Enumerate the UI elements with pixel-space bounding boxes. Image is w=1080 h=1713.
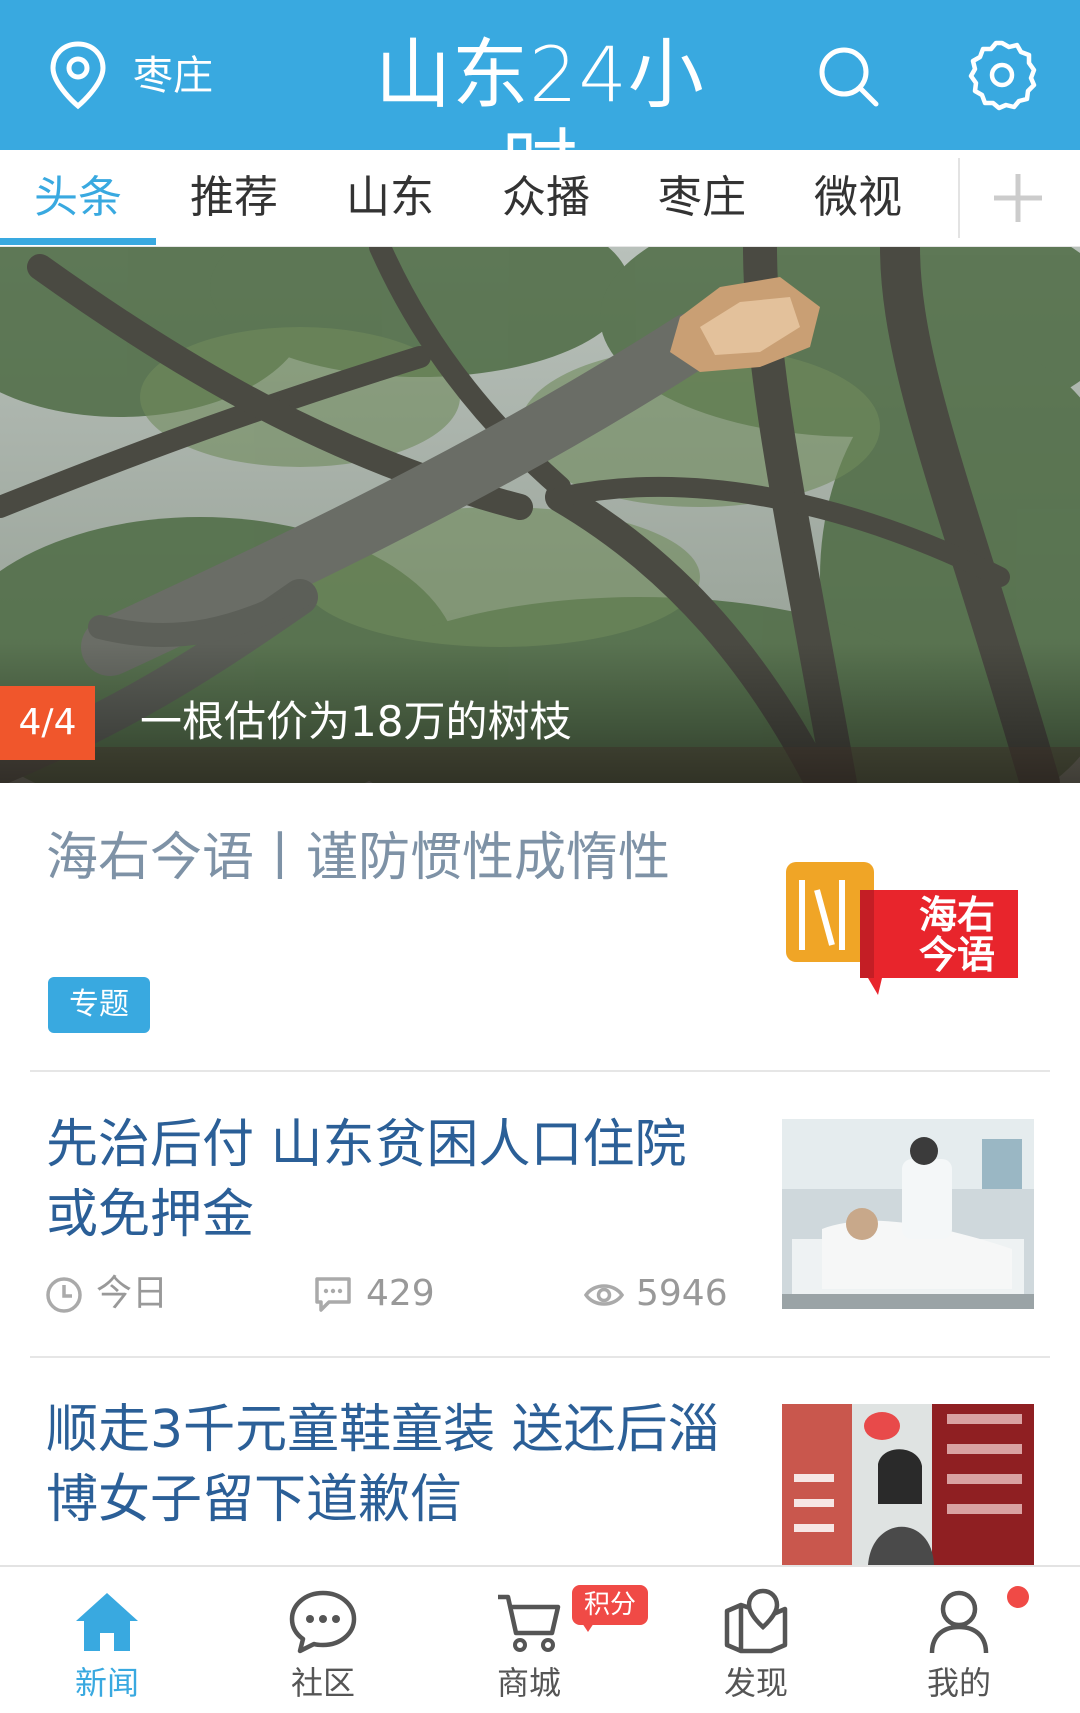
clock-icon	[46, 1277, 82, 1313]
cart-icon	[498, 1594, 561, 1652]
column-logo-image: 海右 今语	[782, 850, 1034, 1000]
comment-count: 429	[366, 1273, 435, 1314]
location-label[interactable]: 枣庄	[133, 48, 213, 104]
article-title-line1[interactable]: 顺走3千元童鞋童装 送还后淄	[46, 1395, 720, 1465]
notification-dot	[1007, 1586, 1029, 1608]
nav-label: 新闻	[74, 1664, 139, 1702]
tab-shandong[interactable]: 山东	[312, 150, 468, 247]
logo-text-top: 海右	[919, 893, 995, 937]
view-count: 5946	[636, 1273, 728, 1314]
tab-headlines[interactable]: 头条	[0, 150, 156, 247]
points-badge: 积分	[572, 1585, 648, 1625]
topic-badge: 专题	[48, 977, 150, 1033]
article-title-line1[interactable]: 先治后付 山东贫困人口住院	[46, 1110, 687, 1180]
points-badge-tail	[580, 1620, 596, 1632]
nav-community[interactable]: 社区	[243, 1567, 403, 1713]
channel-tabbar: 头条 推荐 山东 众播 枣庄 微视	[0, 150, 1080, 247]
nav-label: 商城	[496, 1664, 561, 1702]
map-icon	[724, 1588, 788, 1654]
store-photo	[782, 1404, 1034, 1565]
logo-text-bottom: 今语	[919, 933, 995, 977]
tab-micro-video[interactable]: 微视	[780, 150, 936, 247]
user-icon	[929, 1590, 989, 1654]
tab-divider	[958, 158, 960, 238]
nav-label: 社区	[290, 1664, 355, 1702]
plus-icon[interactable]	[992, 172, 1044, 224]
banner-counter: 4/4	[0, 686, 95, 760]
publish-time: 今日	[96, 1273, 169, 1314]
eye-icon	[584, 1284, 624, 1306]
home-icon	[76, 1593, 138, 1651]
gear-icon[interactable]	[965, 38, 1039, 112]
chat-bubble-icon	[289, 1590, 357, 1654]
tab-recommend[interactable]: 推荐	[156, 150, 312, 247]
article-thumbnail[interactable]: 海右 今语	[782, 850, 1034, 1000]
article-thumbnail[interactable]	[782, 1404, 1034, 1565]
search-icon[interactable]	[814, 42, 884, 112]
nav-discover[interactable]: 发现	[676, 1567, 836, 1713]
active-tab-indicator	[0, 238, 156, 245]
comment-icon	[315, 1277, 351, 1312]
article-thumbnail[interactable]	[782, 1119, 1034, 1309]
article-title[interactable]: 海右今语丨谨防惯性成惰性	[46, 823, 670, 893]
location-pin-icon[interactable]	[48, 40, 108, 110]
nav-news[interactable]: 新闻	[27, 1567, 187, 1713]
bottom-navigation: 新闻 社区 商城 发现 我的	[0, 1565, 1080, 1711]
tab-broadcast[interactable]: 众播	[468, 150, 624, 247]
article-title-line2[interactable]: 或免押金	[46, 1180, 254, 1250]
list-divider	[30, 1356, 1050, 1358]
nav-label: 我的	[926, 1664, 991, 1702]
banner-caption[interactable]: 一根估价为18万的树枝	[140, 692, 571, 752]
tab-zaozhuang[interactable]: 枣庄	[624, 150, 780, 247]
nav-label: 发现	[723, 1664, 788, 1702]
top-header: 枣庄 山东24小时	[0, 0, 1080, 209]
hospital-photo	[782, 1119, 1034, 1309]
list-divider	[30, 1070, 1050, 1072]
article-title-line2[interactable]: 博女子留下道歉信	[46, 1465, 462, 1535]
